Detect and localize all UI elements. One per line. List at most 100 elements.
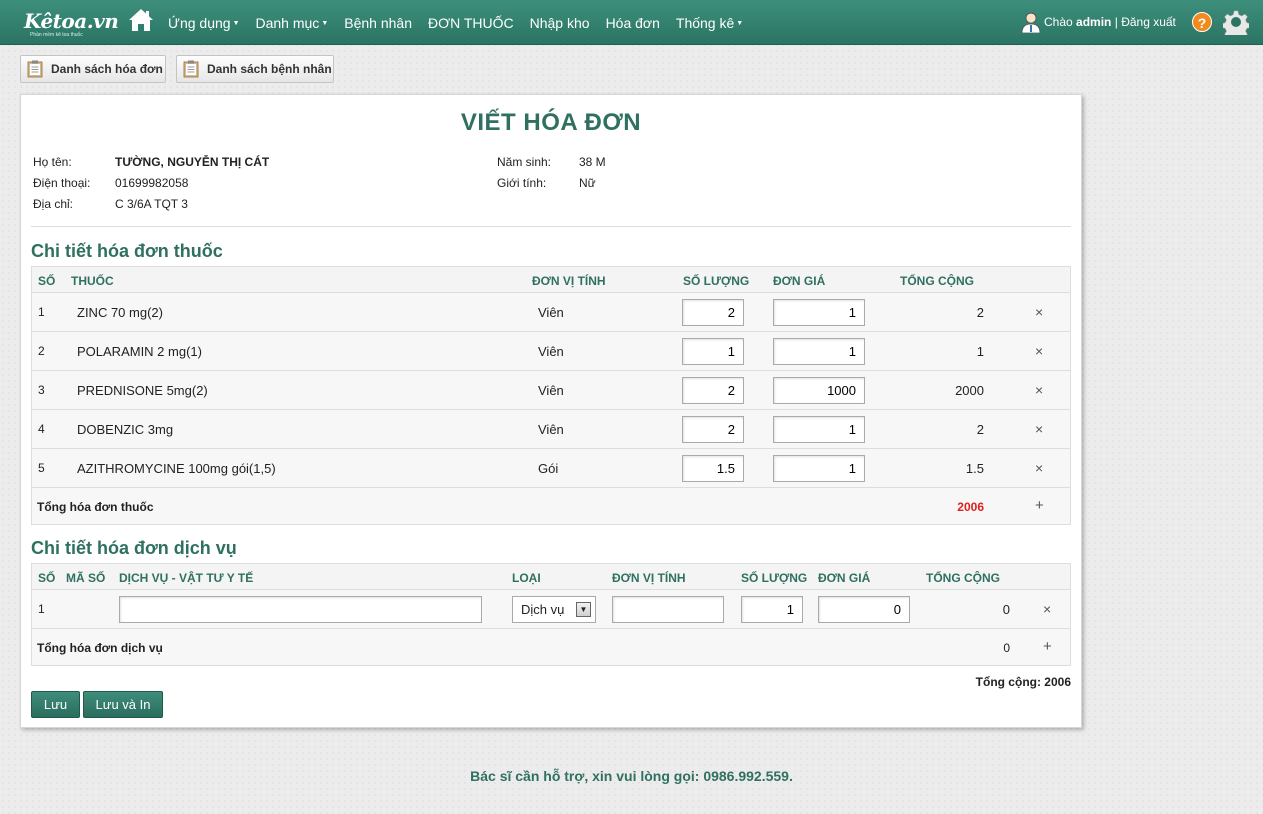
caret-down-icon: ▼ <box>232 20 240 27</box>
row-number: 2 <box>38 344 45 358</box>
service-type-select[interactable]: Dịch vụ ▼ <box>512 596 596 623</box>
price-input[interactable] <box>773 455 865 482</box>
drug-name: PREDNISONE 5mg(2) <box>77 383 208 398</box>
drug-row: 3 PREDNISONE 5mg(2) Viên 2000 × <box>32 371 1070 410</box>
help-icon[interactable]: ? <box>1192 12 1212 32</box>
nav-item-nhap-kho[interactable]: Nhập kho <box>530 0 590 45</box>
nav-item-thong-ke[interactable]: Thống kê ▼ <box>676 0 743 45</box>
invoice-list-button[interactable]: Danh sách hóa đơn <box>20 55 166 83</box>
logo[interactable]: Kêtoa.vn Phần mềm kê toa thuốc <box>20 6 119 40</box>
service-name-input[interactable] <box>119 596 482 623</box>
support-footer: Bác sĩ cần hỗ trợ, xin vui lòng gọi: 098… <box>470 768 793 784</box>
remove-row-icon[interactable]: × <box>1035 304 1043 320</box>
drug-section-title: Chi tiết hóa đơn thuốc <box>31 241 223 261</box>
home-icon[interactable] <box>128 8 154 32</box>
quantity-input[interactable] <box>682 416 744 443</box>
add-row-icon[interactable]: + <box>1043 638 1052 655</box>
price-input[interactable] <box>773 338 865 365</box>
service-sum-row: Tổng hóa đơn dịch vụ 0 + <box>32 629 1070 665</box>
service-type-value: Dịch vụ <box>521 602 565 617</box>
birth-label: Năm sinh: <box>497 155 552 169</box>
top-navbar: Kêtoa.vn Phần mềm kê toa thuốc Ứng dụng ▼… <box>0 0 1263 45</box>
service-sum-label: Tổng hóa đơn dịch vụ <box>37 641 163 655</box>
logout-link[interactable]: Đăng xuất <box>1121 15 1176 29</box>
gear-icon[interactable] <box>1223 9 1249 35</box>
address-label: Địa chỉ: <box>33 197 74 211</box>
drug-unit: Viên <box>538 422 564 437</box>
service-price-input[interactable] <box>818 596 910 623</box>
drug-name: ZINC 70 mg(2) <box>77 305 163 320</box>
drug-table-header: SỐ THUỐC ĐƠN VỊ TÍNH SỐ LƯỢNG ĐƠN GIÁ TỔ… <box>32 267 1070 293</box>
service-table-header: SỐ MÃ SỐ DỊCH VỤ - VẬT TƯ Y TẾ LOẠI ĐƠN … <box>32 564 1070 590</box>
patient-list-label: Danh sách bệnh nhân <box>207 62 332 76</box>
patient-list-button[interactable]: Danh sách bệnh nhân <box>176 55 334 83</box>
quantity-input[interactable] <box>682 377 744 404</box>
remove-row-icon[interactable]: × <box>1035 382 1043 398</box>
price-input[interactable] <box>773 299 865 326</box>
price-input[interactable] <box>773 377 865 404</box>
service-row: 1 Dịch vụ ▼ 0 × <box>32 590 1070 629</box>
username: admin <box>1076 15 1112 29</box>
remove-row-icon[interactable]: × <box>1043 601 1051 617</box>
col-no: SỐ <box>38 571 56 585</box>
row-number: 1 <box>38 305 45 319</box>
clipboard-icon <box>27 60 43 78</box>
save-button[interactable]: Lưu <box>31 691 80 718</box>
drug-row: 2 POLARAMIN 2 mg(1) Viên 1 × <box>32 332 1070 371</box>
logo-text: Kêtoa.vn <box>24 9 119 33</box>
price-input[interactable] <box>773 416 865 443</box>
service-unit-input[interactable] <box>612 596 724 623</box>
save-print-button[interactable]: Lưu và In <box>83 691 163 718</box>
row-number: 4 <box>38 422 45 436</box>
service-quantity-input[interactable] <box>741 596 803 623</box>
remove-row-icon[interactable]: × <box>1035 460 1043 476</box>
drug-unit: Viên <box>538 344 564 359</box>
gender-label: Giới tính: <box>497 176 547 190</box>
caret-down-icon: ▼ <box>321 20 329 27</box>
nav-item-benh-nhan[interactable]: Bệnh nhân <box>344 0 412 45</box>
remove-row-icon[interactable]: × <box>1035 421 1043 437</box>
nav-item-hoa-don[interactable]: Hóa đơn <box>606 0 660 45</box>
drug-sum-value: 2006 <box>957 500 984 514</box>
col-qty: SỐ LƯỢNG <box>683 274 750 288</box>
nav-item-danh-muc[interactable]: Danh mục ▼ <box>256 0 329 45</box>
drug-table: SỐ THUỐC ĐƠN VỊ TÍNH SỐ LƯỢNG ĐƠN GIÁ TỔ… <box>31 266 1071 525</box>
col-drug: THUỐC <box>71 274 114 288</box>
drug-unit: Viên <box>538 305 564 320</box>
col-total: TỔNG CỘNG <box>926 571 1000 585</box>
patient-address: C 3/6A TQT 3 <box>115 197 188 211</box>
row-total: 0 <box>1002 602 1010 617</box>
row-total: 2000 <box>955 383 984 398</box>
remove-row-icon[interactable]: × <box>1035 343 1043 359</box>
quantity-input[interactable] <box>682 299 744 326</box>
col-unit: ĐƠN VỊ TÍNH <box>532 274 606 288</box>
drug-sum-row: Tổng hóa đơn thuốc 2006 + <box>32 488 1070 524</box>
col-qty: SỐ LƯỢNG <box>741 571 808 585</box>
drug-name: POLARAMIN 2 mg(1) <box>77 344 202 359</box>
nav-item-don-thuoc[interactable]: ĐƠN THUỐC <box>428 0 514 45</box>
service-sum-value: 0 <box>1003 641 1010 655</box>
row-total: 2 <box>976 305 984 320</box>
col-code: MÃ SỐ <box>66 571 106 585</box>
row-total: 2 <box>976 422 984 437</box>
patient-phone: 01699982058 <box>115 176 189 190</box>
add-row-icon[interactable]: + <box>1035 497 1044 514</box>
page-title: VIẾT HÓA ĐƠN <box>460 109 642 136</box>
separator: | <box>1114 15 1118 29</box>
col-total: TỔNG CỘNG <box>900 274 974 288</box>
row-number: 5 <box>38 461 45 475</box>
drug-row: 1 ZINC 70 mg(2) Viên 2 × <box>32 293 1070 332</box>
col-price: ĐƠN GIÁ <box>773 274 826 288</box>
quantity-input[interactable] <box>682 455 744 482</box>
quantity-input[interactable] <box>682 338 744 365</box>
row-number: 1 <box>38 602 45 616</box>
user-avatar-icon <box>1021 12 1041 33</box>
phone-label: Điện thoại: <box>33 176 91 190</box>
chevron-down-icon: ▼ <box>576 602 591 617</box>
main-menu: Ứng dụng ▼ Danh mục ▼ Bệnh nhân ĐƠN THUỐC … <box>168 0 759 45</box>
col-unit: ĐƠN VỊ TÍNH <box>612 571 686 585</box>
invoice-list-label: Danh sách hóa đơn <box>51 62 163 76</box>
drug-name: AZITHROMYCINE 100mg gói(1,5) <box>77 461 276 476</box>
nav-item-ung-dung[interactable]: Ứng dụng ▼ <box>168 0 240 45</box>
row-total: 1 <box>976 344 984 359</box>
